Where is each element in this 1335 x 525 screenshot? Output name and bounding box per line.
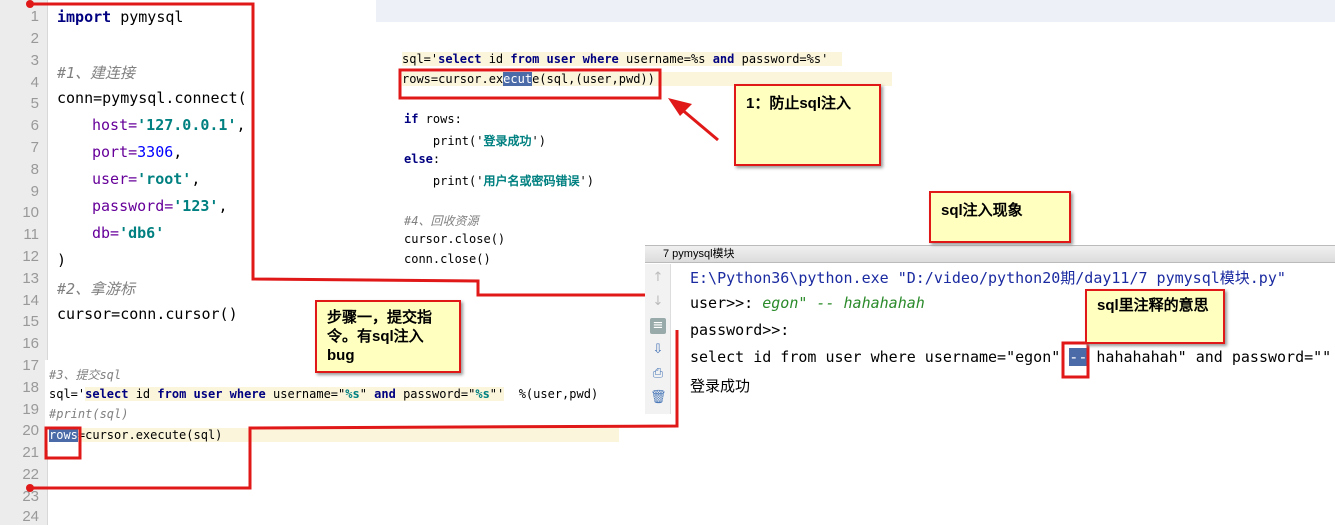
note-injection-phenomenon: sql注入现象 <box>929 191 1071 243</box>
annotation-line-top <box>30 2 645 297</box>
annotation-dot <box>26 0 34 8</box>
annotation-dot <box>26 484 34 492</box>
arrow-line <box>679 106 719 142</box>
note-step-one: 步骤一，提交指令。有sql注入bug <box>315 300 461 373</box>
note-prevent-injection: 1：防止sql注入 <box>734 84 881 166</box>
note-comment-meaning: sql里注释的意思 <box>1085 289 1225 344</box>
highlight-execute-param <box>398 68 662 100</box>
annotation-overlay <box>26 0 1090 492</box>
highlight-rows <box>44 426 82 460</box>
highlight-double-dash <box>1061 341 1090 379</box>
